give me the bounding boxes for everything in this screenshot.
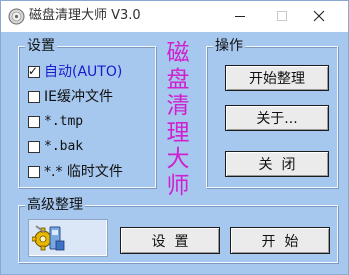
operations-group-title: 操作 xyxy=(213,37,245,55)
gears-tools-icon xyxy=(32,225,65,251)
start-clean-button[interactable]: 开始整理 xyxy=(225,65,329,91)
about-button[interactable]: 关于... xyxy=(225,105,329,131)
app-window: 磁盘清理大师 V3.0 设置 ✓ 自动(AUTO) IE缓冲文件 *.tmp *… xyxy=(0,0,349,275)
checkbox[interactable] xyxy=(28,116,40,128)
checkbox[interactable] xyxy=(28,141,40,153)
option-auto-label: 自动(AUTO) xyxy=(44,64,123,80)
brand-char: 盘 xyxy=(166,66,190,93)
option-tmp[interactable]: *.tmp xyxy=(28,113,83,131)
option-temp-files-label: *.* 临时文件 xyxy=(44,164,123,180)
option-bak-label: *.bak xyxy=(44,139,84,154)
checkbox[interactable] xyxy=(28,166,40,178)
operations-group: 操作 开始整理 关于... 关 闭 xyxy=(206,37,338,188)
option-ie-cache-label: IE缓冲文件 xyxy=(44,89,113,105)
close-button[interactable]: 关 闭 xyxy=(225,151,329,177)
brand-char: 师 xyxy=(166,172,190,199)
settings-group-title: 设置 xyxy=(25,37,57,55)
advanced-group: 高级整理 设 置 开 始 xyxy=(18,196,338,263)
title-bar[interactable]: 磁盘清理大师 V3.0 xyxy=(1,1,348,32)
brand-char: 大 xyxy=(166,146,190,172)
advanced-settings-button[interactable]: 设 置 xyxy=(120,227,220,254)
brand-char: 理 xyxy=(166,119,190,146)
maximize-icon[interactable] xyxy=(267,6,297,26)
checkbox-checked[interactable]: ✓ xyxy=(28,64,40,78)
advanced-icon-panel xyxy=(28,219,108,257)
window-title: 磁盘清理大师 V3.0 xyxy=(29,8,141,23)
brand-char: 清 xyxy=(166,93,190,119)
disk-icon xyxy=(8,8,25,25)
brand-vertical-title: 磁 盘 清 理 大 师 xyxy=(163,40,193,199)
option-temp-files[interactable]: *.* 临时文件 xyxy=(28,163,123,181)
advanced-group-title: 高级整理 xyxy=(25,196,85,214)
minimize-icon[interactable] xyxy=(225,6,255,26)
brand-char: 磁 xyxy=(166,40,190,66)
option-tmp-label: *.tmp xyxy=(44,114,84,129)
close-icon[interactable] xyxy=(304,6,334,26)
settings-group: 设置 ✓ 自动(AUTO) IE缓冲文件 *.tmp *.bak *.* 临时文… xyxy=(18,37,156,188)
advanced-start-button[interactable]: 开 始 xyxy=(230,227,330,254)
client-area: 设置 ✓ 自动(AUTO) IE缓冲文件 *.tmp *.bak *.* 临时文… xyxy=(2,32,347,274)
option-auto[interactable]: ✓ 自动(AUTO) xyxy=(28,63,122,81)
option-bak[interactable]: *.bak xyxy=(28,138,83,156)
option-ie-cache[interactable]: IE缓冲文件 xyxy=(28,88,113,106)
check-mark-icon: ✓ xyxy=(28,64,39,78)
checkbox[interactable] xyxy=(28,91,40,103)
